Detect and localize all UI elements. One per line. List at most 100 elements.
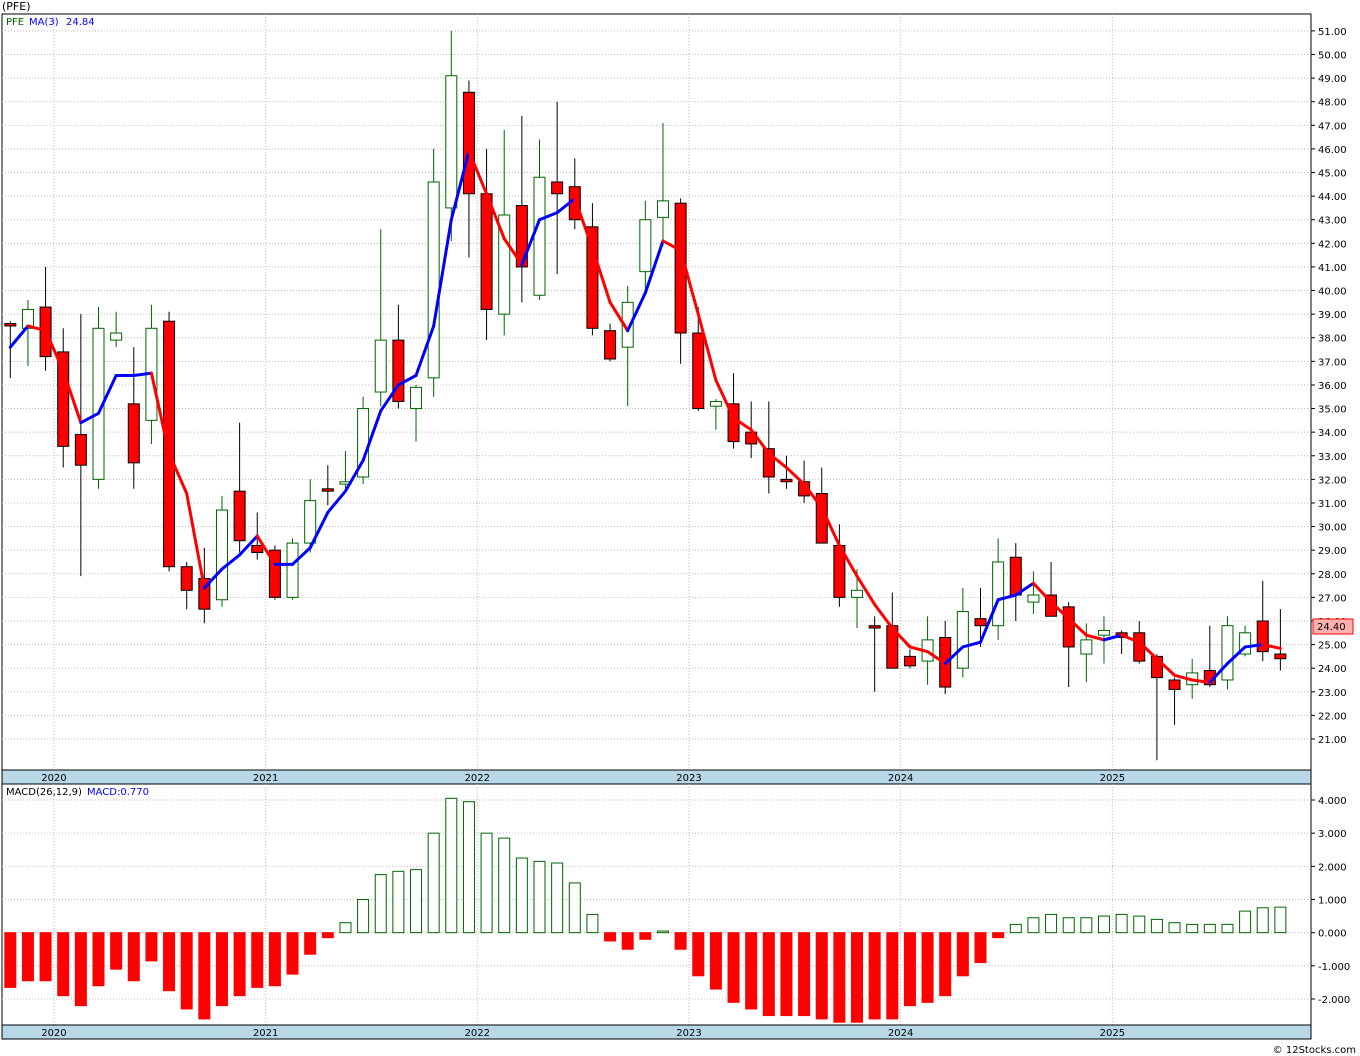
macd-bar-positive [1203,923,1216,934]
price-tick-label: 34.00 [1318,428,1347,439]
candle-down [1062,606,1075,648]
macd-bar-positive [427,832,440,934]
macd-bar-negative [304,932,317,955]
candle-down [4,323,17,327]
macd-label: MACD(26,12,9) [6,787,82,798]
price-tick-label: 24.00 [1318,664,1347,675]
macd-bar-positive [551,862,564,934]
candle-down [233,490,246,542]
year-label: 2020 [41,1028,66,1039]
candle-up [1027,594,1040,603]
candle-up [1080,639,1093,655]
macd-bar-positive [1256,907,1269,934]
macd-bar-negative [851,932,864,1023]
macd-bar-positive [374,874,387,934]
candle-up [110,332,123,341]
macd-bar-positive [410,869,423,934]
price-tick-label: 37.00 [1318,357,1347,368]
candle-up [304,500,317,544]
watermark: © 12Stocks.com [1273,1045,1356,1056]
macd-bar-negative [992,932,1005,939]
macd-bar-negative [57,932,70,997]
macd-tick-label: 0.000 [1318,929,1347,940]
candle-up [851,589,864,598]
candle-down [127,403,140,464]
macd-bar-negative [163,932,176,992]
candle-down [1256,620,1269,653]
price-tick-label: 23.00 [1318,688,1347,699]
macd-bar-negative [745,932,758,1010]
candle-up [215,509,228,601]
candle-down [586,226,599,329]
price-tick-label: 30.00 [1318,523,1347,534]
macd-bar-positive [515,857,528,934]
macd-bar-positive [586,913,599,934]
macd-bar-negative [92,932,105,987]
macd-bar-negative [110,932,123,970]
candle-down [180,566,193,591]
price-tick-label: 49.00 [1318,74,1347,85]
price-tick-label: 22.00 [1318,711,1347,722]
candle-up [410,386,423,410]
macd-bar-positive [357,899,370,934]
price-tick-label: 42.00 [1318,239,1347,250]
macd-bar-positive [1062,917,1075,934]
macd-bar-positive [480,832,493,934]
macd-bar-positive [1186,923,1199,934]
year-label: 2021 [253,1028,278,1039]
macd-bar-positive [533,860,546,934]
price-tick-label: 39.00 [1318,310,1347,321]
price-tick-label: 40.00 [1318,287,1347,298]
price-tick-label: 31.00 [1318,499,1347,510]
macd-bar-negative [956,932,969,977]
macd-bar-positive [1009,923,1022,934]
macd-tick-label: 1.000 [1318,896,1347,907]
macd-bar-negative [74,932,87,1007]
macd-bar-negative [145,932,158,962]
macd-bar-negative [604,932,617,942]
macd-bar-negative [251,932,264,988]
macd-bar-positive [1097,915,1110,934]
macd-bar-positive [339,922,352,934]
candle-down [480,193,493,310]
macd-axis: -2.000 -1.000 0.000 1.000 2.000 3.000 4.000 [1311,796,1350,1006]
candle-down [868,625,881,629]
price-tick-label: 36.00 [1318,381,1347,392]
macd-bar-negative [39,932,52,982]
price-tick-label: 44.00 [1318,192,1347,203]
macd-bar-negative [233,932,246,997]
legend-symbol: PFE [6,17,24,28]
macd-bar-negative [286,932,299,975]
macd-bar-positive [1115,913,1128,934]
candle-up [533,176,546,296]
macd-bar-positive [462,801,475,934]
macd-value: MACD:0.770 [87,787,149,798]
year-label: 2024 [888,1028,913,1039]
macd-bar-positive [568,882,581,934]
price-tick-label: 25.00 [1318,641,1347,652]
candle-down [780,478,793,483]
macd-bar-negative [833,932,846,1023]
macd-bar-negative [921,932,934,1003]
legend-ma-value: 24.84 [66,17,95,28]
macd-bar-positive [1150,918,1163,934]
macd-bar-negative [815,932,828,1020]
macd-bar-negative [674,932,687,950]
candle-down [1274,653,1287,660]
candle-down [692,332,705,410]
macd-tick-label: 2.000 [1318,862,1347,873]
price-panel [1,13,1312,771]
macd-bar-positive [1045,913,1058,934]
macd-bar-positive [1080,917,1093,934]
year-label: 2025 [1100,773,1125,784]
candle-up [992,561,1005,627]
macd-bar-negative [868,932,881,1020]
candle-down [462,91,475,195]
macd-bar-positive [1221,923,1234,934]
macd-bar-negative [727,932,740,1003]
macd-bar-negative [198,932,211,1020]
macd-bar-negative [692,932,705,977]
candle-down [251,544,264,554]
price-tick-label: 41.00 [1318,263,1347,274]
candle-down [57,351,70,447]
